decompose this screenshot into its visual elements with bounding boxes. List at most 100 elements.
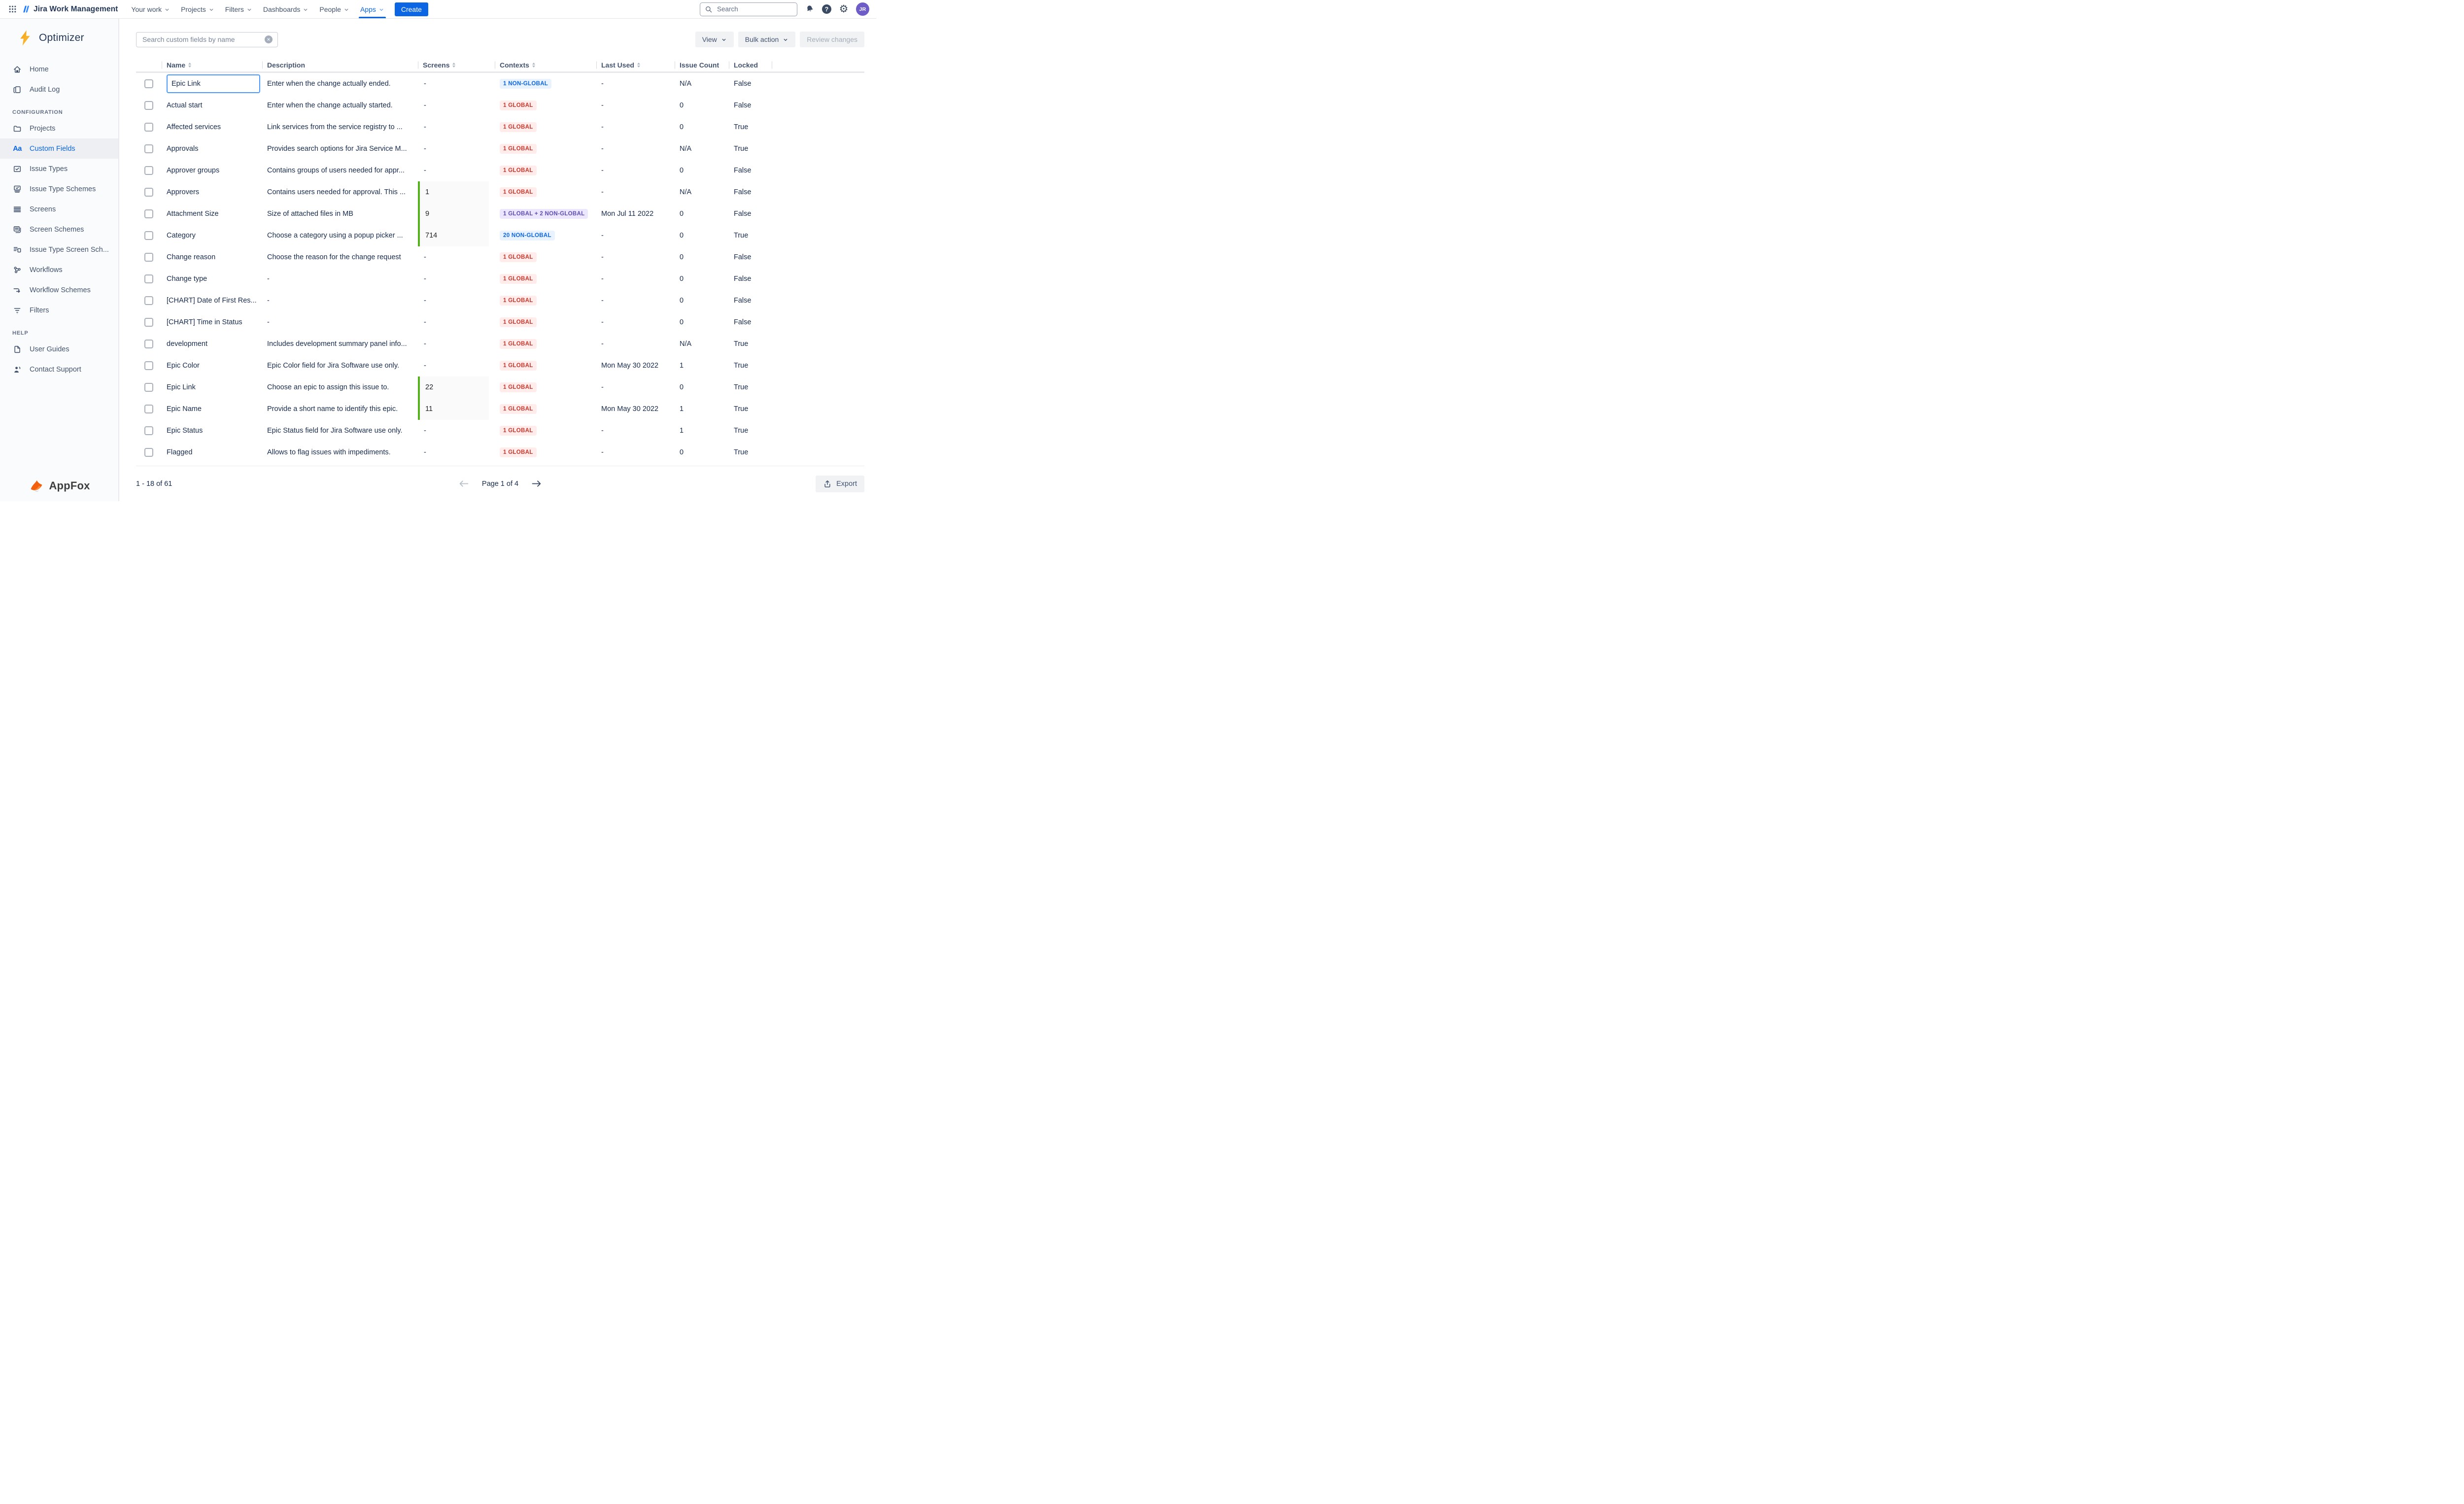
field-name[interactable]: [CHART] Time in Status bbox=[167, 318, 242, 326]
row-checkbox[interactable] bbox=[144, 340, 153, 348]
field-name[interactable]: Change reason bbox=[167, 253, 215, 261]
row-checkbox[interactable] bbox=[144, 123, 153, 132]
row-checkbox[interactable] bbox=[144, 405, 153, 413]
next-page-arrow-icon[interactable] bbox=[531, 479, 542, 488]
field-name[interactable]: Actual start bbox=[167, 102, 203, 109]
row-checkbox[interactable] bbox=[144, 426, 153, 435]
row-checkbox[interactable] bbox=[144, 101, 153, 110]
field-name[interactable]: Epic Status bbox=[167, 427, 203, 435]
contexts-badge: 1 GLOBAL bbox=[500, 144, 537, 154]
sidebar-item-screens[interactable]: Screens bbox=[0, 199, 118, 219]
app-switcher-icon[interactable] bbox=[6, 3, 19, 16]
sidebar-item-workflows[interactable]: Workflows bbox=[0, 260, 118, 280]
custom-fields-search[interactable] bbox=[136, 32, 278, 47]
row-checkbox[interactable] bbox=[144, 166, 153, 175]
field-name[interactable]: Category bbox=[167, 232, 196, 239]
nav-item-your-work[interactable]: Your work bbox=[126, 0, 175, 18]
row-checkbox[interactable] bbox=[144, 209, 153, 218]
main-content: View Bulk action Review changes NameDesc… bbox=[119, 19, 876, 501]
row-checkbox[interactable] bbox=[144, 231, 153, 240]
field-name[interactable]: Flagged bbox=[167, 448, 192, 456]
sidebar-item-home[interactable]: Home bbox=[0, 59, 118, 79]
row-checkbox[interactable] bbox=[144, 274, 153, 283]
global-search-input[interactable] bbox=[716, 5, 792, 13]
table-row: Change type - - 1 GLOBAL - 0 False bbox=[136, 268, 864, 290]
sidebar-item-custom-fields[interactable]: AaCustom Fields bbox=[0, 138, 118, 159]
field-name[interactable]: [CHART] Date of First Res... bbox=[167, 297, 257, 305]
custom-fields-table: NameDescriptionScreensContextsLast UsedI… bbox=[136, 58, 864, 463]
column-header-last-used[interactable]: Last Used bbox=[596, 58, 675, 71]
sidebar-item-label: Projects bbox=[30, 125, 55, 133]
nav-item-dashboards[interactable]: Dashboards bbox=[258, 0, 314, 18]
sidebar-item-issue-type-schemes[interactable]: Issue Type Schemes bbox=[0, 179, 118, 199]
review-changes-button[interactable]: Review changes bbox=[800, 32, 864, 47]
custom-fields-search-input[interactable] bbox=[141, 35, 265, 44]
view-button[interactable]: View bbox=[695, 32, 734, 47]
sidebar-item-projects[interactable]: Projects bbox=[0, 118, 118, 138]
row-checkbox[interactable] bbox=[144, 448, 153, 457]
field-name[interactable]: Approvals bbox=[167, 145, 198, 153]
row-checkbox[interactable] bbox=[144, 361, 153, 370]
field-name-edit-input[interactable]: Epic Link bbox=[167, 74, 260, 93]
clear-search-icon[interactable] bbox=[265, 35, 273, 43]
row-checkbox[interactable] bbox=[144, 253, 153, 262]
field-name[interactable]: development bbox=[167, 340, 207, 348]
row-checkbox[interactable] bbox=[144, 318, 153, 327]
nav-item-people[interactable]: People bbox=[314, 0, 355, 18]
contexts-cell: 1 GLOBAL bbox=[495, 274, 596, 284]
screens-count-highlight: 714 bbox=[418, 225, 489, 246]
column-header-screens[interactable]: Screens bbox=[418, 58, 495, 71]
row-checkbox[interactable] bbox=[144, 79, 153, 88]
create-button[interactable]: Create bbox=[395, 2, 428, 16]
sidebar-item-workflow-schemes[interactable]: Workflow Schemes bbox=[0, 280, 118, 300]
field-name-cell: Approvals bbox=[162, 145, 262, 153]
issue-count: 0 bbox=[675, 383, 729, 391]
prev-page-arrow-icon[interactable] bbox=[459, 479, 469, 488]
field-name[interactable]: Attachment Size bbox=[167, 210, 219, 218]
column-header-contexts[interactable]: Contexts bbox=[495, 58, 596, 71]
user-avatar[interactable]: JR bbox=[856, 2, 869, 16]
sidebar-item-label: Issue Types bbox=[30, 165, 68, 173]
contexts-cell: 1 GLOBAL + 2 NON-GLOBAL bbox=[495, 209, 596, 219]
sidebar-item-label: Issue Type Screen Sch... bbox=[30, 246, 109, 254]
nav-item-apps[interactable]: Apps bbox=[355, 0, 390, 18]
last-used: - bbox=[596, 188, 675, 196]
screens-count: - bbox=[418, 427, 426, 435]
issue-count: 0 bbox=[675, 123, 729, 131]
contexts-cell: 1 GLOBAL bbox=[495, 101, 596, 110]
bulk-action-button[interactable]: Bulk action bbox=[738, 32, 795, 47]
sidebar-item-issue-type-screen-sch[interactable]: Issue Type Screen Sch... bbox=[0, 239, 118, 260]
field-name[interactable]: Change type bbox=[167, 275, 207, 283]
aa-icon: Aa bbox=[12, 145, 22, 153]
sidebar-item-filters[interactable]: Filters bbox=[0, 300, 118, 320]
row-checkbox[interactable] bbox=[144, 296, 153, 305]
export-button[interactable]: Export bbox=[816, 476, 864, 492]
field-name[interactable]: Epic Link bbox=[167, 383, 196, 391]
field-name[interactable]: Approver groups bbox=[167, 167, 219, 174]
field-name[interactable]: Affected services bbox=[167, 123, 221, 131]
nav-item-filters[interactable]: Filters bbox=[220, 0, 258, 18]
field-description: Choose a category using a popup picker .… bbox=[262, 232, 418, 239]
row-checkbox[interactable] bbox=[144, 144, 153, 153]
help-icon[interactable] bbox=[822, 4, 831, 14]
row-checkbox[interactable] bbox=[144, 188, 153, 197]
sidebar-item-issue-types[interactable]: Issue Types bbox=[0, 159, 118, 179]
global-search[interactable] bbox=[700, 2, 797, 16]
jira-brand[interactable]: Jira Work Management bbox=[22, 4, 118, 14]
locked-value: False bbox=[729, 253, 772, 261]
sidebar-item-screen-schemes[interactable]: Screen Schemes bbox=[0, 219, 118, 239]
column-header-name[interactable]: Name bbox=[162, 58, 262, 71]
field-name[interactable]: Epic Color bbox=[167, 362, 200, 370]
nav-item-projects[interactable]: Projects bbox=[175, 0, 220, 18]
column-header-label: Screens bbox=[423, 61, 449, 69]
screens-count: - bbox=[418, 362, 426, 370]
field-name[interactable]: Approvers bbox=[167, 188, 199, 196]
sidebar-item-user-guides[interactable]: User Guides bbox=[0, 339, 118, 359]
contexts-badge: 1 GLOBAL + 2 NON-GLOBAL bbox=[500, 209, 588, 219]
row-checkbox[interactable] bbox=[144, 383, 153, 392]
notifications-bell-icon[interactable] bbox=[804, 3, 816, 15]
field-name[interactable]: Epic Name bbox=[167, 405, 202, 413]
sidebar-item-audit-log[interactable]: Audit Log bbox=[0, 79, 118, 100]
settings-gear-icon[interactable] bbox=[838, 3, 850, 15]
sidebar-item-contact-support[interactable]: Contact Support bbox=[0, 359, 118, 379]
